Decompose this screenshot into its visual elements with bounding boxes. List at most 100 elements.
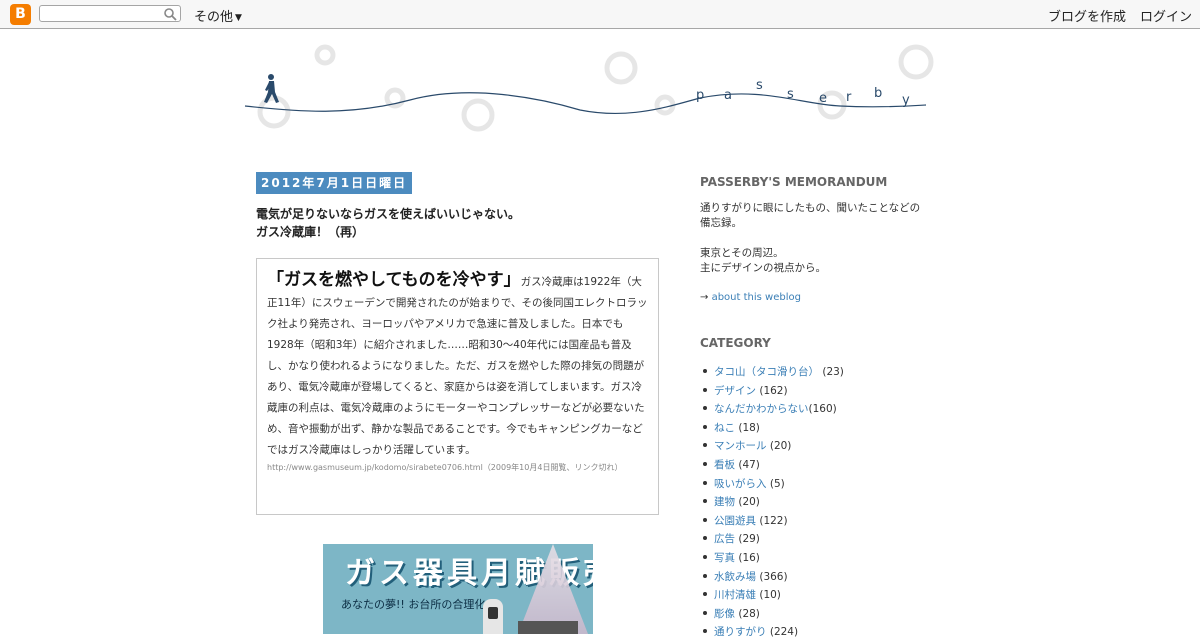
quote-body: ガス冷蔵庫は1922年（大正11年）にスウェーデンで開発されたのが始まりで、その… xyxy=(267,276,648,456)
appliance-base-graphic xyxy=(518,621,578,634)
category-count: (10) xyxy=(759,589,781,602)
category-count: (20) xyxy=(738,496,760,509)
poster-image[interactable]: ガス器具月賦販売 あなたの夢!! お台所の合理化を xyxy=(323,544,593,634)
sidebar-about-title: PASSERBY'S MEMORANDUM xyxy=(700,175,888,189)
category-link[interactable]: 吸いがら入 xyxy=(714,478,767,490)
category-link[interactable]: 建物 xyxy=(714,496,735,508)
category-count: (28) xyxy=(738,607,760,620)
quote-box: 「ガスを燃やしてものを冷やす」ガス冷蔵庫は1922年（大正11年）にスウェーデン… xyxy=(256,258,659,515)
svg-text:r: r xyxy=(846,90,852,105)
category-item: 建物 (20) xyxy=(700,493,844,512)
search-input[interactable] xyxy=(39,5,181,22)
category-count: (20) xyxy=(769,440,792,453)
post-title-line2[interactable]: ガス冷蔵庫！（再） xyxy=(256,223,656,241)
category-item: 吸いがら入 (5) xyxy=(700,475,844,494)
category-item: 通りすがり (224) xyxy=(700,623,844,642)
more-menu-label: その他 xyxy=(194,10,234,25)
bullet-icon xyxy=(703,424,707,429)
sidebar-about-line3: 主にデザインの視点から。 xyxy=(700,262,826,274)
more-menu[interactable]: その他 ▼ xyxy=(194,6,242,25)
bullet-icon xyxy=(703,480,707,485)
category-link[interactable]: 川村清雄 xyxy=(714,589,756,601)
category-item: 水飲み場 (366) xyxy=(700,568,844,587)
svg-text:b: b xyxy=(874,86,882,101)
blog-title-text: p a s s e r b y xyxy=(696,78,910,108)
bullet-icon xyxy=(703,592,707,597)
quote-source: http://www.gasmuseum.jp/kodomo/sirabete0… xyxy=(267,463,623,472)
category-link[interactable]: デザイン xyxy=(714,385,756,397)
category-item: デザイン (162) xyxy=(700,382,844,401)
category-count: (18) xyxy=(738,421,760,434)
bullet-icon xyxy=(703,536,707,541)
category-item: ねこ (18) xyxy=(700,419,844,438)
bullet-icon xyxy=(703,406,707,411)
about-weblog: → about this weblog xyxy=(700,292,801,303)
blog-header[interactable]: p a s s e r b y xyxy=(240,40,940,140)
category-count: (16) xyxy=(738,551,760,564)
category-item: 看板 (47) xyxy=(700,456,844,475)
category-link[interactable]: 公園遊具 xyxy=(714,515,756,527)
category-link[interactable]: なんだかわからない xyxy=(714,403,809,415)
bullet-icon xyxy=(703,369,707,373)
category-item: 彫像 (28) xyxy=(700,605,844,624)
bullet-icon xyxy=(703,443,707,448)
category-link[interactable]: マンホール xyxy=(714,440,767,452)
category-link[interactable]: ねこ xyxy=(714,422,735,434)
svg-text:s: s xyxy=(756,78,763,93)
caret-down-icon: ▼ xyxy=(235,13,242,23)
bottle-graphic xyxy=(483,599,503,634)
category-list: タコ山（タコ滑り台） (23) デザイン (162) なんだかわからない(160… xyxy=(700,363,844,642)
category-item: タコ山（タコ滑り台） (23) xyxy=(700,363,844,382)
search-icon[interactable] xyxy=(163,7,177,21)
category-link[interactable]: 写真 xyxy=(714,552,735,564)
sidebar-about-line2: 東京とその周辺。 xyxy=(700,247,784,259)
bullet-icon xyxy=(703,499,707,504)
category-link[interactable]: 広告 xyxy=(714,533,735,545)
quote-lead: 「ガスを燃やしてものを冷やす」 xyxy=(267,270,521,290)
post-title[interactable]: 電気が足りないならガスを使えばいいじゃない。 ガス冷蔵庫！（再） xyxy=(256,205,656,241)
svg-text:s: s xyxy=(787,87,794,102)
blogger-navbar: B その他 ▼ ブログを作成 ログイン xyxy=(0,0,1200,29)
category-item: マンホール (20) xyxy=(700,437,844,456)
about-weblog-link[interactable]: about this weblog xyxy=(712,292,801,303)
sidebar-about-line1: 通りすがりに眼にしたもの、聞いたことなどの備忘録。 xyxy=(700,202,921,229)
category-count: (224) xyxy=(769,626,799,639)
category-item: 公園遊具 (122) xyxy=(700,512,844,531)
category-link[interactable]: 通りすがり xyxy=(714,626,767,638)
bullet-icon xyxy=(703,573,707,578)
bullet-icon xyxy=(703,610,707,615)
category-item: なんだかわからない(160) xyxy=(700,400,844,419)
category-count: (23) xyxy=(822,366,844,378)
category-count: (5) xyxy=(769,477,785,490)
bullet-icon xyxy=(703,387,707,392)
blog-title[interactable]: p a s s e r b y xyxy=(695,78,925,112)
bullet-icon xyxy=(703,554,707,559)
category-item: 広告 (29) xyxy=(700,530,844,549)
bullet-icon xyxy=(703,461,707,466)
login-link[interactable]: ログイン xyxy=(1140,6,1192,25)
category-link[interactable]: タコ山（タコ滑り台） xyxy=(714,366,819,378)
svg-text:a: a xyxy=(724,88,732,103)
category-link[interactable]: 看板 xyxy=(714,459,735,471)
poster-subtitle: あなたの夢!! お台所の合理化を xyxy=(341,598,497,611)
post-date: 2012年7月1日日曜日 xyxy=(256,172,413,194)
category-count: (47) xyxy=(738,458,760,471)
category-item: 川村清雄 (10) xyxy=(700,586,844,605)
category-count: (162) xyxy=(759,384,788,397)
svg-text:y: y xyxy=(902,93,910,108)
svg-text:p: p xyxy=(696,88,704,103)
create-blog-link[interactable]: ブログを作成 xyxy=(1048,6,1126,25)
bullet-icon xyxy=(703,517,707,522)
post-title-line1[interactable]: 電気が足りないならガスを使えばいいじゃない。 xyxy=(256,205,656,223)
sidebar-category-title: CATEGORY xyxy=(700,336,771,350)
category-count: (29) xyxy=(738,533,760,546)
category-count: (366) xyxy=(759,570,788,583)
svg-text:e: e xyxy=(819,91,827,106)
arrow-icon: → xyxy=(700,292,709,303)
blogger-logo-icon[interactable]: B xyxy=(10,4,31,25)
category-link[interactable]: 水飲み場 xyxy=(714,571,756,583)
category-link[interactable]: 彫像 xyxy=(714,608,735,620)
category-item: 写真 (16) xyxy=(700,549,844,568)
category-count: (160) xyxy=(808,403,837,416)
category-count: (122) xyxy=(759,514,788,527)
